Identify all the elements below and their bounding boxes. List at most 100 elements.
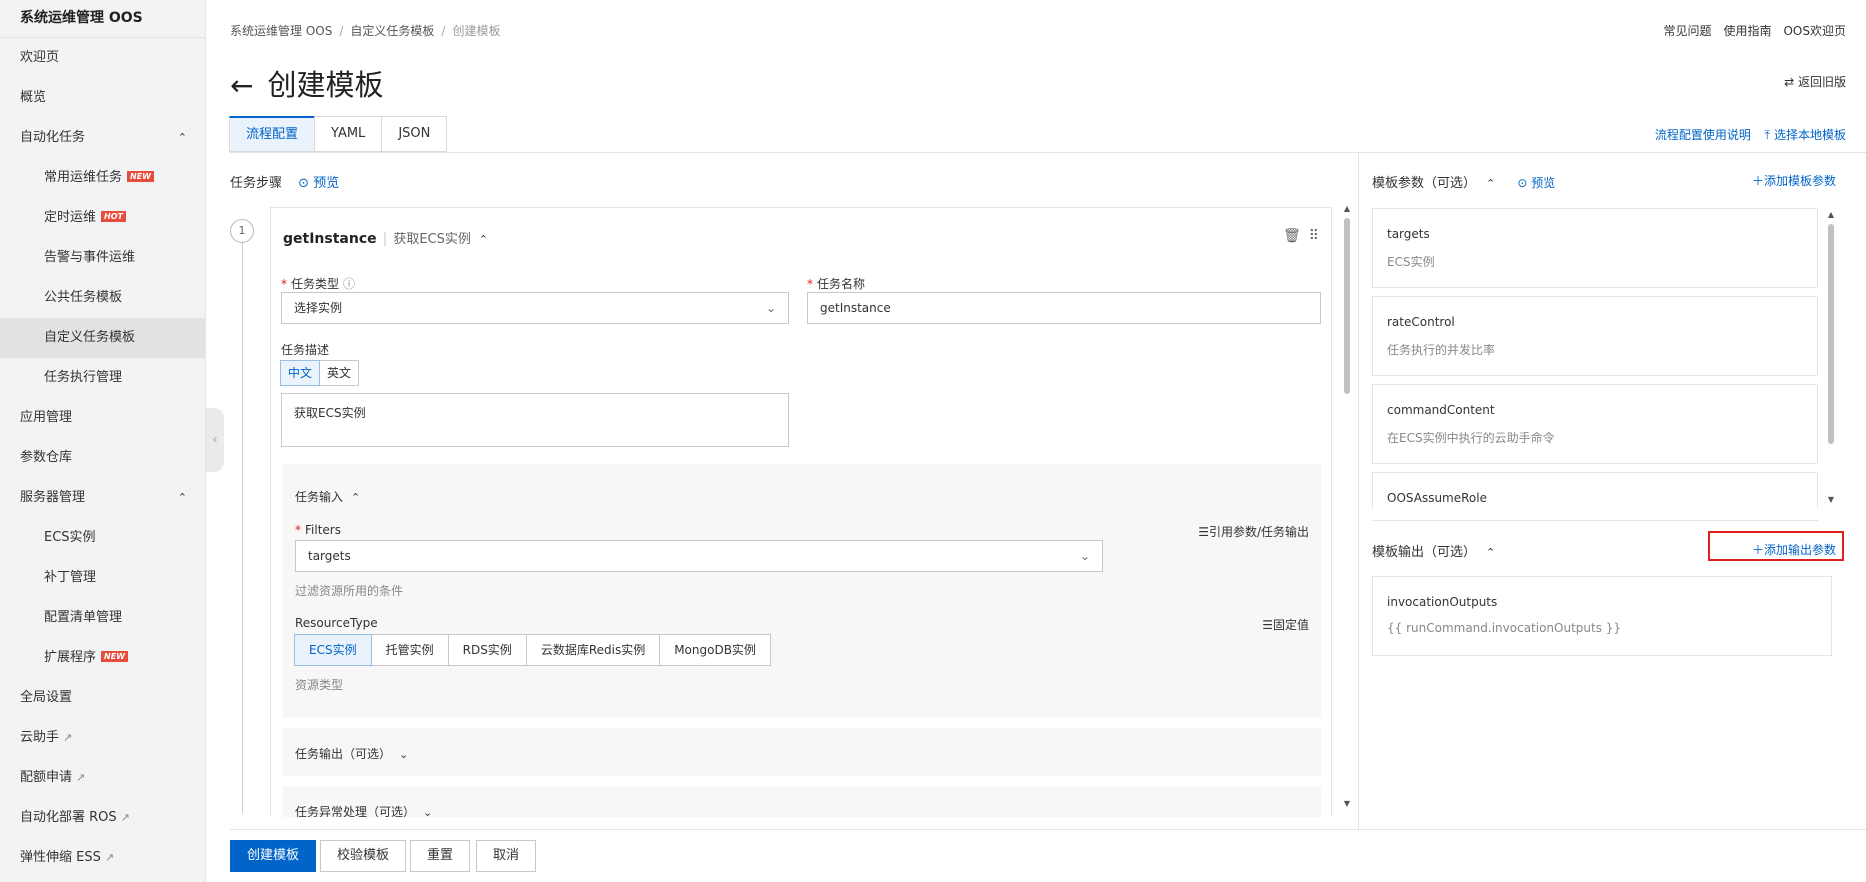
task-type-select[interactable]: 选择实例 ⌄	[281, 292, 789, 324]
param-card[interactable]: OOSAssumeRole	[1372, 472, 1818, 508]
scroll-up-arrow[interactable]: ▲	[1342, 204, 1352, 213]
resource-type-ecs[interactable]: ECS实例	[294, 634, 372, 666]
sidebar-item-label: 任务执行管理	[44, 370, 123, 385]
sidebar-item-global-settings[interactable]: 全局设置	[0, 678, 205, 718]
sidebar-item-apps[interactable]: 应用管理	[0, 398, 205, 438]
select-local-template-link[interactable]: 选择本地模板	[1774, 128, 1846, 142]
create-template-button[interactable]: 创建模板	[230, 840, 317, 872]
reset-button[interactable]: 重置	[410, 840, 471, 872]
sidebar-item-quota[interactable]: 配额申请 ↗	[0, 758, 205, 798]
lang-english[interactable]: 英文	[319, 360, 360, 386]
step-name: getInstance	[283, 231, 377, 247]
steps-preview-link[interactable]: ⊙ 预览	[298, 176, 339, 191]
filters-select[interactable]: targets ⌄	[295, 540, 1103, 572]
trash-icon[interactable]: 🗑	[1283, 228, 1301, 244]
step-header[interactable]: getInstance | 获取ECS实例 ⌃	[283, 228, 488, 247]
task-name-input[interactable]: getInstance	[807, 292, 1321, 324]
scroll-thumb[interactable]	[1344, 218, 1350, 394]
sidebar-item-welcome[interactable]: 欢迎页	[0, 38, 205, 78]
list-icon: ☰	[1262, 618, 1273, 632]
resource-type-redis[interactable]: 云数据库Redis实例	[525, 634, 661, 666]
task-exception-section[interactable]: 任务异常处理（可选） ⌄	[283, 786, 1321, 817]
param-card[interactable]: targets ECS实例	[1372, 208, 1818, 288]
drag-handle-icon[interactable]: ⠿	[1309, 228, 1319, 244]
filters-value: targets	[308, 549, 351, 563]
sidebar-item-label: 全局设置	[20, 690, 73, 705]
breadcrumb-item[interactable]: 系统运维管理 OOS	[230, 24, 332, 38]
chevron-up-icon[interactable]: ⌃	[1486, 177, 1495, 190]
task-type-value: 选择实例	[294, 301, 343, 315]
sidebar-item-custom-templates[interactable]: 自定义任务模板	[0, 318, 205, 358]
scroll-thumb[interactable]	[1828, 224, 1834, 444]
sidebar-collapse-handle[interactable]: ‹	[206, 408, 224, 472]
sidebar-item-executions[interactable]: 任务执行管理	[0, 358, 205, 398]
resource-type-label: ResourceType	[295, 616, 378, 630]
params-preview-link[interactable]: ⊙ 预览	[1517, 176, 1555, 190]
sidebar-item-cloud-assistant[interactable]: 云助手 ↗	[0, 718, 205, 758]
sidebar-item-label: 应用管理	[20, 410, 73, 425]
sidebar-item-scheduled[interactable]: 定时运维 HOT	[0, 198, 205, 238]
output-card[interactable]: invocationOutputs {{ runCommand.invocati…	[1372, 576, 1832, 656]
sidebar-item-extensions[interactable]: 扩展程序 NEW	[0, 638, 205, 678]
sidebar-group-servers[interactable]: 服务器管理 ⌃	[0, 478, 205, 518]
steps-scrollbar[interactable]: ▲ ▼	[1342, 204, 1352, 808]
sidebar-item-ecs[interactable]: ECS实例	[0, 518, 205, 558]
add-template-param-button[interactable]: ＋添加模板参数	[1752, 172, 1836, 189]
upload-icon: ⤒	[1764, 128, 1770, 142]
cancel-button[interactable]: 取消	[476, 840, 537, 872]
task-exception-title: 任务异常处理（可选） ⌄	[295, 805, 433, 817]
fixed-value-link[interactable]: ☰固定值	[1262, 616, 1309, 633]
new-badge: NEW	[127, 171, 154, 182]
validate-template-button[interactable]: 校验模板	[320, 840, 407, 872]
sidebar-item-public-templates[interactable]: 公共任务模板	[0, 278, 205, 318]
template-params-header: 模板参数（可选） ⌃ ⊙ 预览	[1372, 172, 1555, 191]
sidebar-item-params[interactable]: 参数仓库	[0, 438, 205, 478]
resource-type-rds[interactable]: RDS实例	[447, 634, 527, 666]
sidebar-item-common-tasks[interactable]: 常用运维任务 NEW	[0, 158, 205, 198]
lang-chinese[interactable]: 中文	[280, 360, 321, 386]
task-name-label: * 任务名称	[807, 277, 866, 291]
sidebar-item-label: 概览	[20, 90, 47, 105]
page-title-text: 创建模板	[267, 68, 384, 102]
sidebar-item-overview[interactable]: 概览	[0, 78, 205, 118]
faq-link[interactable]: 常见问题	[1663, 24, 1711, 38]
sidebar-item-ros[interactable]: 自动化部署 ROS ↗	[0, 798, 205, 838]
step-card: getInstance | 获取ECS实例 ⌃ 🗑 ⠿ * 任务类型 ⓘ 选择实例 ⌄ * 任务…	[270, 207, 1332, 817]
guide-link[interactable]: 使用指南	[1723, 24, 1771, 38]
param-card[interactable]: rateControl 任务执行的并发比率	[1372, 296, 1818, 376]
chevron-up-icon[interactable]: ⌃	[479, 233, 488, 246]
task-desc-textarea[interactable]: 获取ECS实例	[281, 393, 789, 447]
param-name: OOSAssumeRole	[1387, 491, 1487, 505]
steps-header: 任务步骤 ⊙ 预览	[230, 172, 339, 191]
flow-help-link[interactable]: 流程配置使用说明	[1655, 128, 1751, 142]
scroll-down-arrow[interactable]: ▼	[1826, 495, 1836, 504]
sidebar-item-alarms[interactable]: 告警与事件运维	[0, 238, 205, 278]
task-input-title[interactable]: 任务输入 ⌃	[295, 488, 360, 505]
ref-param-link[interactable]: ☰引用参数/任务输出	[1198, 523, 1309, 540]
task-output-section[interactable]: 任务输出（可选） ⌄	[283, 728, 1321, 776]
breadcrumb-item[interactable]: 自定义任务模板	[350, 24, 434, 38]
params-scrollbar[interactable]: ▲ ▼	[1826, 210, 1836, 504]
resource-type-managed[interactable]: 托管实例	[370, 634, 449, 666]
welcome-link[interactable]: OOS欢迎页	[1783, 24, 1846, 38]
sidebar-item-label: 参数仓库	[20, 450, 73, 465]
back-arrow-icon[interactable]: ←	[230, 69, 253, 102]
sidebar-item-patch[interactable]: 补丁管理	[0, 558, 205, 598]
param-card[interactable]: commandContent 在ECS实例中执行的云助手命令	[1372, 384, 1818, 464]
sidebar-group-automation[interactable]: 自动化任务 ⌃	[0, 118, 205, 158]
restore-old-version-link[interactable]: ⇄ 返回旧版	[1784, 73, 1846, 90]
param-name: rateControl	[1387, 315, 1455, 329]
swap-icon: ⇄	[1784, 75, 1798, 89]
scroll-down-arrow[interactable]: ▼	[1342, 799, 1352, 808]
tab-json[interactable]: JSON	[381, 116, 448, 152]
resource-type-mongodb[interactable]: MongoDB实例	[659, 634, 771, 666]
tab-yaml[interactable]: YAML	[314, 116, 383, 152]
sidebar-item-ess[interactable]: 弹性伸缩 ESS ↗	[0, 838, 205, 878]
chevron-up-icon[interactable]: ⌃	[1486, 546, 1495, 559]
sidebar-item-label: 扩展程序	[44, 650, 97, 665]
scroll-up-arrow[interactable]: ▲	[1826, 210, 1836, 219]
chevron-up-icon: ⌃	[177, 131, 187, 144]
sidebar-item-inventory[interactable]: 配置清单管理	[0, 598, 205, 638]
external-link-icon: ↗	[76, 771, 86, 784]
tab-flow-config[interactable]: 流程配置	[229, 116, 316, 152]
